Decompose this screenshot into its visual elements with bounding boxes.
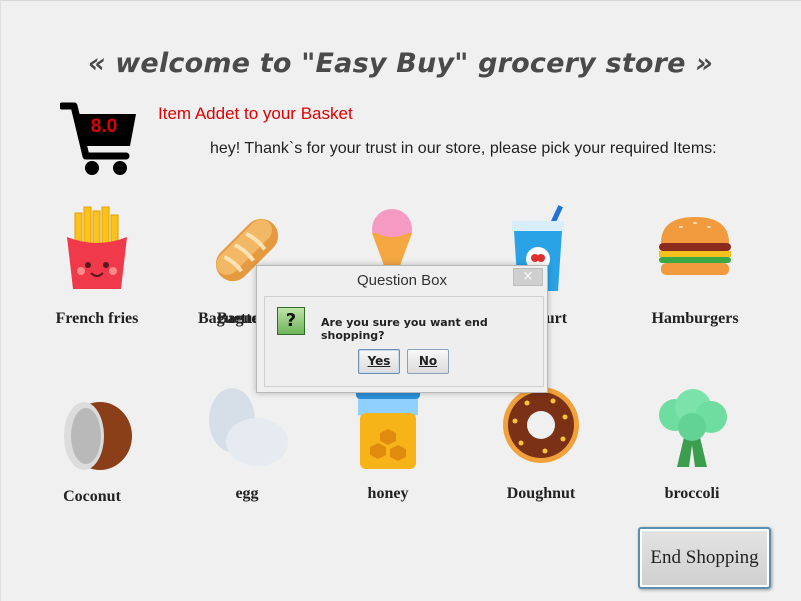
item-honey[interactable]: honey — [313, 385, 463, 510]
dialog-message: Are you sure you want end shopping? — [321, 316, 488, 342]
item-label: French fries — [55, 310, 139, 327]
shopping-cart-icon: 8.0 — [58, 100, 140, 180]
cart-count-badge: 8.0 — [90, 116, 118, 137]
coconut-icon — [64, 402, 132, 470]
item-broccoli[interactable]: broccoli — [617, 385, 767, 510]
greeting-text: hey! Thank`s for your trust in our store… — [210, 140, 717, 157]
egg-icon — [209, 388, 288, 466]
honey-icon — [356, 387, 420, 469]
doughnut-icon — [503, 387, 579, 463]
hamburger-icon — [659, 217, 731, 275]
item-label: egg — [235, 485, 259, 502]
item-label: honey — [367, 485, 409, 502]
page-title: « welcome to "Easy Buy" grocery store » — [87, 48, 714, 79]
item-label: broccoli — [664, 485, 720, 502]
no-button[interactable]: No — [407, 349, 449, 374]
item-coconut[interactable]: Coconut — [17, 400, 167, 510]
item-label: Coconut — [63, 488, 121, 505]
close-icon[interactable]: × — [513, 268, 543, 286]
broccoli-icon — [659, 389, 727, 467]
item-label-baguette: Baguette — [198, 310, 259, 327]
item-french-fries[interactable]: French fries — [22, 205, 172, 330]
dialog-body: ? Are you sure you want end shopping? Ye… — [264, 296, 544, 387]
yes-button[interactable]: Yes — [358, 349, 400, 374]
end-shopping-button[interactable]: End Shopping — [638, 527, 771, 589]
question-icon: ? — [277, 307, 305, 335]
item-doughnut[interactable]: Doughnut — [466, 385, 616, 510]
dialog-title: Question Box — [356, 272, 448, 289]
item-label: Doughnut — [506, 485, 576, 502]
item-hamburger[interactable]: Hamburgers — [620, 205, 770, 330]
question-dialog: Question Box × ? Are you sure you want e… — [256, 265, 548, 393]
status-message: Item Addet to your Basket — [158, 104, 353, 123]
item-label: Hamburgers — [651, 310, 739, 327]
french-fries-icon — [67, 206, 127, 289]
item-egg[interactable]: egg — [172, 385, 322, 510]
